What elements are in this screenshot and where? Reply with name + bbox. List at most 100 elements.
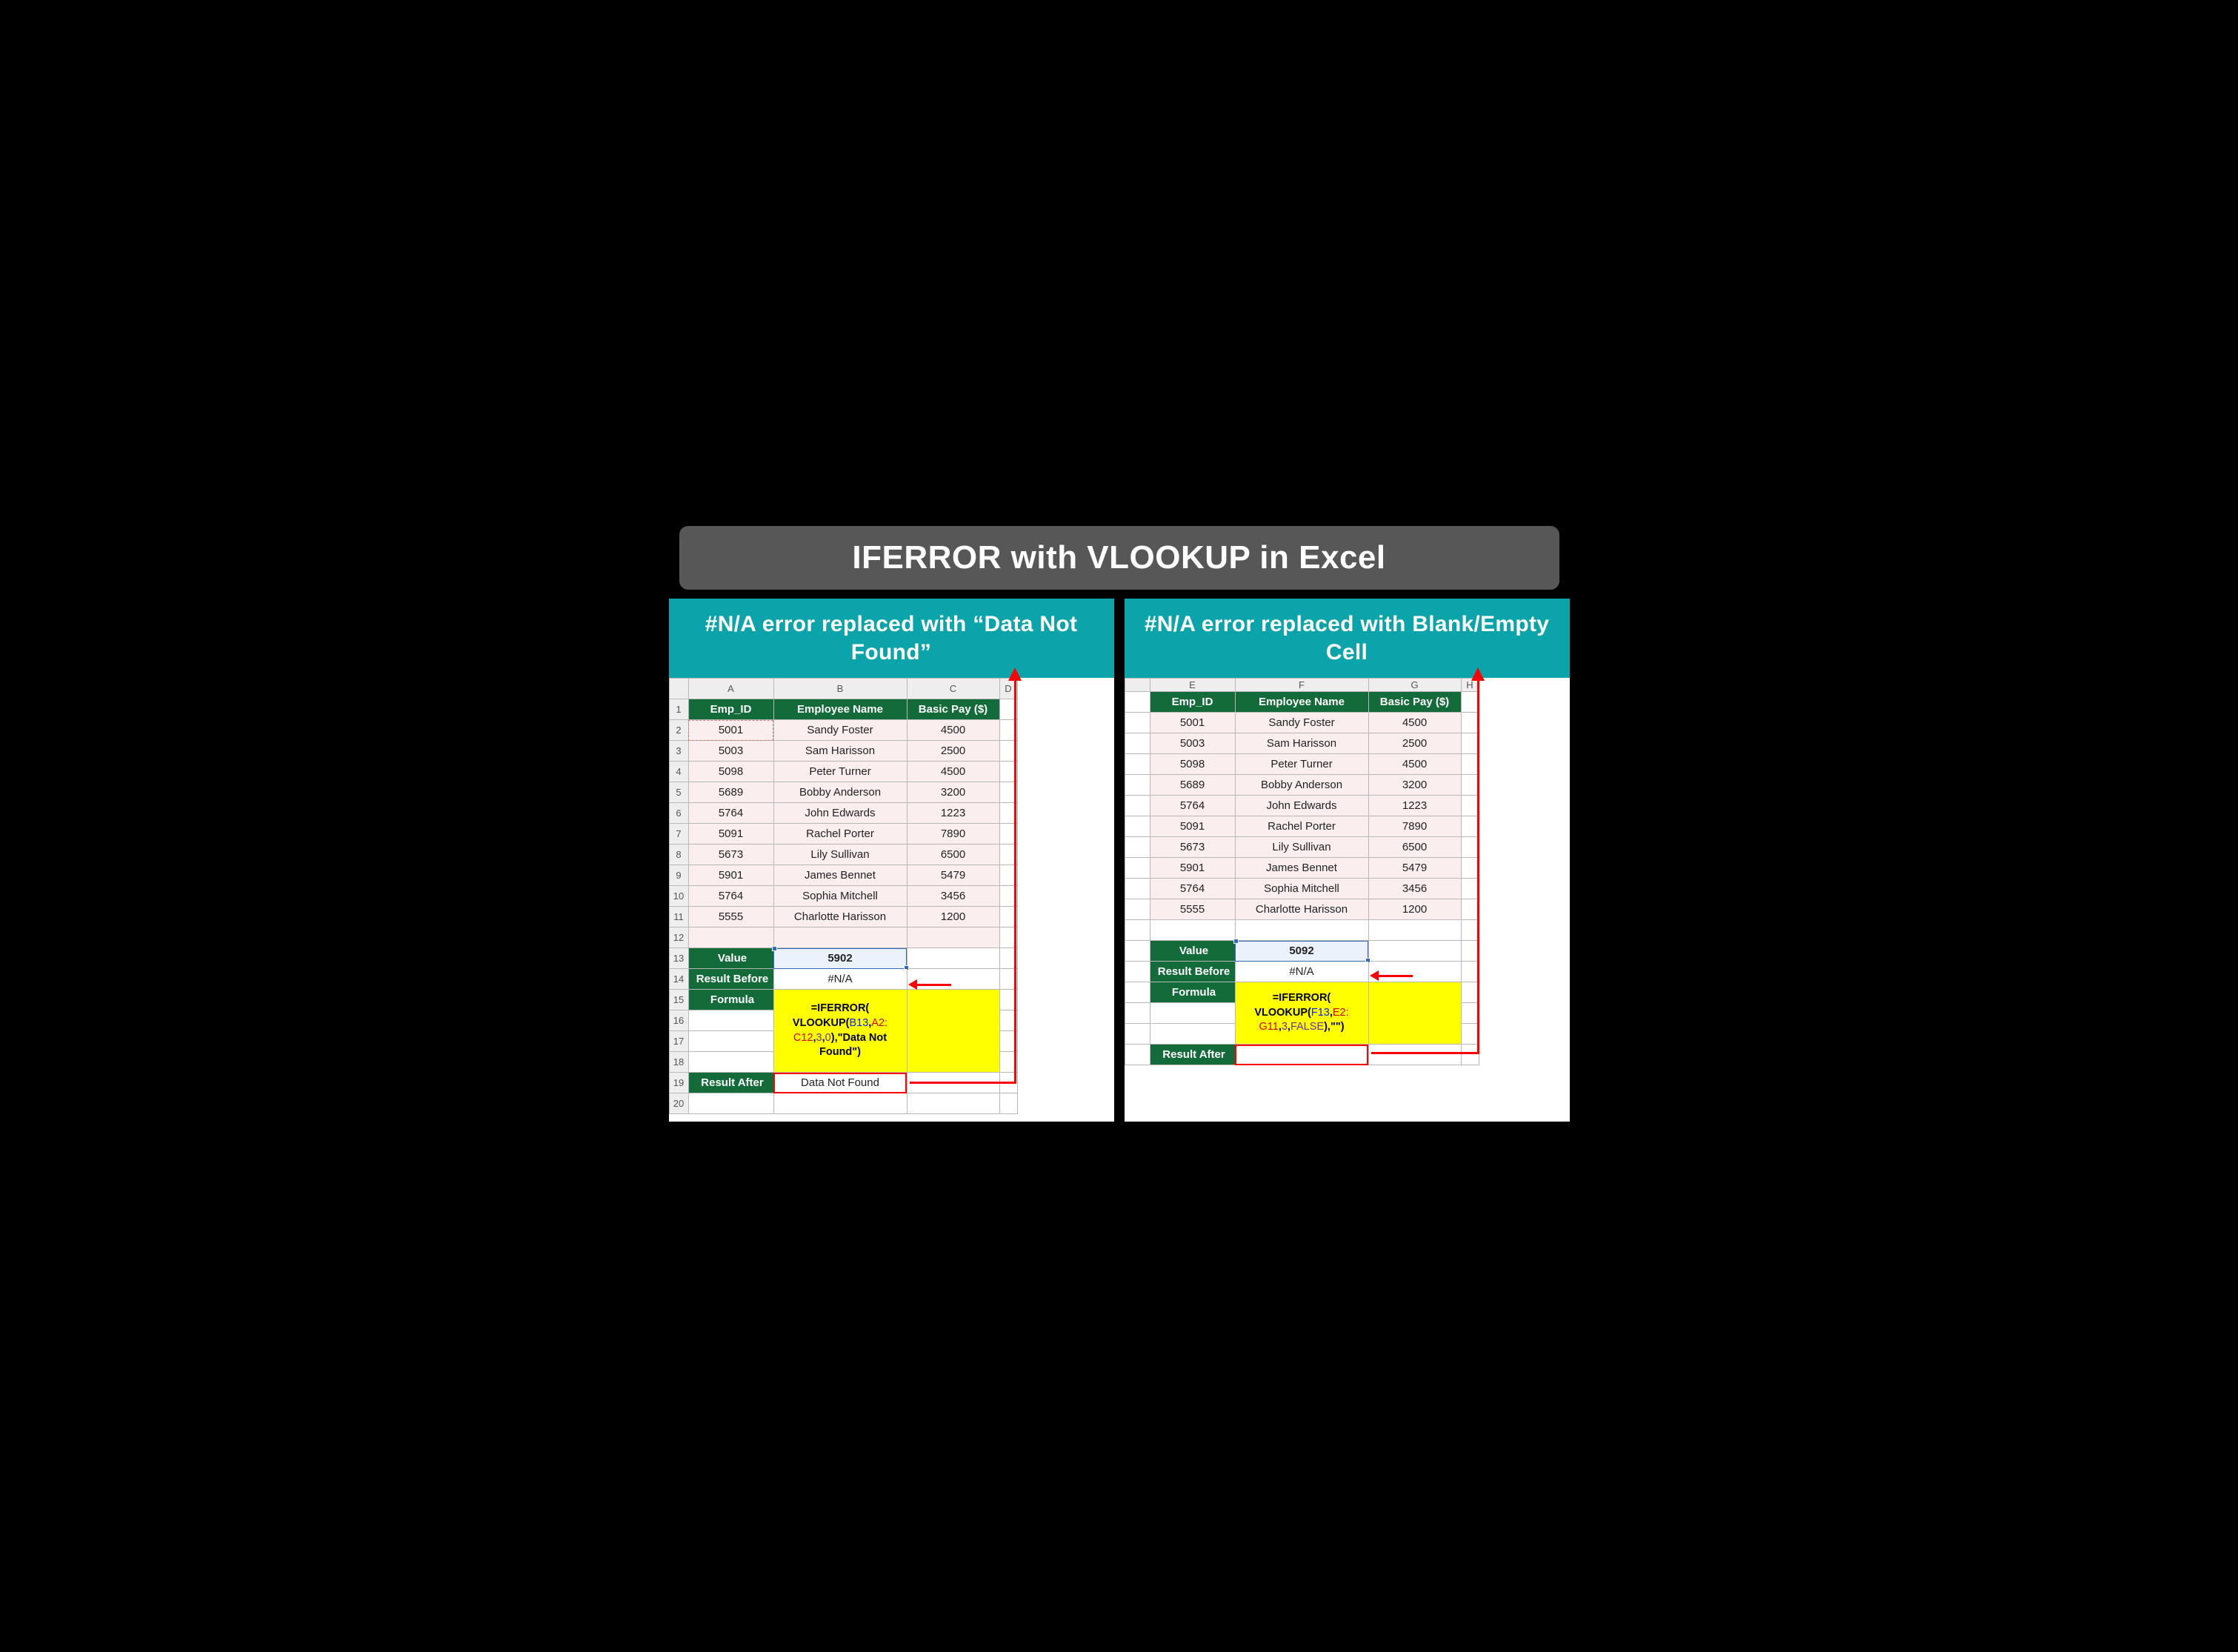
cell[interactable]: 1223 — [907, 803, 999, 824]
cell[interactable] — [1461, 962, 1479, 982]
col-header[interactable]: C — [907, 679, 999, 699]
cell[interactable]: 5001 — [1150, 713, 1235, 733]
formula-cell[interactable]: =IFERROR( VLOOKUP(B13,A2: C12,3,0),"Data… — [773, 990, 907, 1073]
cell[interactable]: 7890 — [1368, 816, 1461, 837]
cell[interactable]: Sophia Mitchell — [773, 886, 907, 907]
cell[interactable] — [1368, 1045, 1461, 1065]
table-header[interactable]: Employee Name — [773, 699, 907, 720]
cell[interactable] — [1461, 1003, 1479, 1024]
cell[interactable] — [1150, 1003, 1235, 1024]
cell[interactable] — [1461, 796, 1479, 816]
cell[interactable]: Sam Harisson — [1235, 733, 1368, 754]
row-header[interactable]: 12 — [669, 927, 688, 948]
table-header[interactable]: Basic Pay ($) — [1368, 692, 1461, 713]
cell[interactable] — [1125, 1003, 1150, 1024]
cell[interactable] — [1461, 754, 1479, 775]
row-header[interactable]: 13 — [669, 948, 688, 969]
cell[interactable] — [1125, 692, 1150, 713]
cell[interactable]: 3200 — [1368, 775, 1461, 796]
cell[interactable] — [1125, 879, 1150, 899]
row-header[interactable]: 6 — [669, 803, 688, 824]
row-header[interactable]: 3 — [669, 741, 688, 762]
value-cell[interactable]: 5902 — [773, 948, 907, 969]
cell[interactable] — [1368, 982, 1461, 1045]
cell[interactable]: 1200 — [907, 907, 999, 927]
cell[interactable] — [1150, 920, 1235, 941]
row-header[interactable]: 9 — [669, 865, 688, 886]
result-after-cell[interactable] — [1235, 1045, 1368, 1065]
cell[interactable]: 5091 — [688, 824, 773, 845]
cell[interactable]: 6500 — [907, 845, 999, 865]
cell[interactable]: Lily Sullivan — [773, 845, 907, 865]
row-header[interactable]: 17 — [669, 1031, 688, 1052]
cell[interactable] — [1125, 754, 1150, 775]
cell[interactable] — [907, 990, 999, 1073]
cell[interactable]: 5689 — [1150, 775, 1235, 796]
row-header[interactable]: 8 — [669, 845, 688, 865]
cell[interactable]: Charlotte Harisson — [1235, 899, 1368, 920]
cell[interactable]: 5479 — [907, 865, 999, 886]
row-header[interactable]: 18 — [669, 1052, 688, 1073]
cell[interactable]: 5479 — [1368, 858, 1461, 879]
result-before-label[interactable]: Result Before — [688, 969, 773, 990]
cell[interactable]: 5555 — [1150, 899, 1235, 920]
col-header[interactable]: F — [1235, 679, 1368, 692]
row-header[interactable]: 4 — [669, 762, 688, 782]
value-label[interactable]: Value — [1150, 941, 1235, 962]
cell[interactable] — [1461, 858, 1479, 879]
cell[interactable] — [999, 1093, 1017, 1114]
cell[interactable] — [1150, 1024, 1235, 1045]
row-header[interactable]: 14 — [669, 969, 688, 990]
cell[interactable] — [1125, 796, 1150, 816]
value-cell[interactable]: 5092 — [1235, 941, 1368, 962]
table-header[interactable]: Employee Name — [1235, 692, 1368, 713]
cell[interactable]: 5001 — [688, 720, 773, 741]
cell[interactable] — [688, 927, 773, 948]
cell[interactable] — [1125, 713, 1150, 733]
cell[interactable]: 4500 — [907, 720, 999, 741]
cell[interactable]: 2500 — [1368, 733, 1461, 754]
cell[interactable]: 4500 — [1368, 754, 1461, 775]
cell[interactable] — [688, 1093, 773, 1114]
cell[interactable]: Bobby Anderson — [773, 782, 907, 803]
cell[interactable] — [1461, 1045, 1479, 1065]
cell[interactable] — [773, 1093, 907, 1114]
cell[interactable] — [688, 1031, 773, 1052]
row-header[interactable]: 10 — [669, 886, 688, 907]
row-header[interactable]: 5 — [669, 782, 688, 803]
cell[interactable]: 5689 — [688, 782, 773, 803]
cell[interactable] — [1461, 713, 1479, 733]
cell[interactable]: 5764 — [1150, 796, 1235, 816]
formula-label[interactable]: Formula — [688, 990, 773, 1010]
cell[interactable] — [1125, 858, 1150, 879]
cell[interactable] — [1461, 1024, 1479, 1045]
cell[interactable] — [1368, 920, 1461, 941]
cell[interactable]: Lily Sullivan — [1235, 837, 1368, 858]
cell[interactable]: Bobby Anderson — [1235, 775, 1368, 796]
row-header[interactable]: 7 — [669, 824, 688, 845]
cell[interactable] — [907, 1093, 999, 1114]
cell[interactable]: Peter Turner — [1235, 754, 1368, 775]
cell[interactable] — [1368, 941, 1461, 962]
cell[interactable] — [1125, 816, 1150, 837]
cell[interactable] — [1461, 816, 1479, 837]
col-header[interactable]: E — [1150, 679, 1235, 692]
row-header[interactable]: 11 — [669, 907, 688, 927]
cell[interactable]: John Edwards — [773, 803, 907, 824]
row-header[interactable]: 1 — [669, 699, 688, 720]
cell[interactable] — [1461, 837, 1479, 858]
result-before-cell[interactable]: #N/A — [773, 969, 907, 990]
cell[interactable] — [1125, 1045, 1150, 1065]
cell[interactable]: 5764 — [688, 886, 773, 907]
cell[interactable] — [1125, 920, 1150, 941]
cell[interactable]: Sophia Mitchell — [1235, 879, 1368, 899]
cell[interactable] — [1368, 962, 1461, 982]
cell[interactable]: Sandy Foster — [773, 720, 907, 741]
cell[interactable]: 5091 — [1150, 816, 1235, 837]
cell[interactable] — [1125, 733, 1150, 754]
cell[interactable] — [1461, 920, 1479, 941]
cell[interactable]: 5901 — [1150, 858, 1235, 879]
cell[interactable]: James Bennet — [773, 865, 907, 886]
formula-label[interactable]: Formula — [1150, 982, 1235, 1003]
cell[interactable]: 2500 — [907, 741, 999, 762]
